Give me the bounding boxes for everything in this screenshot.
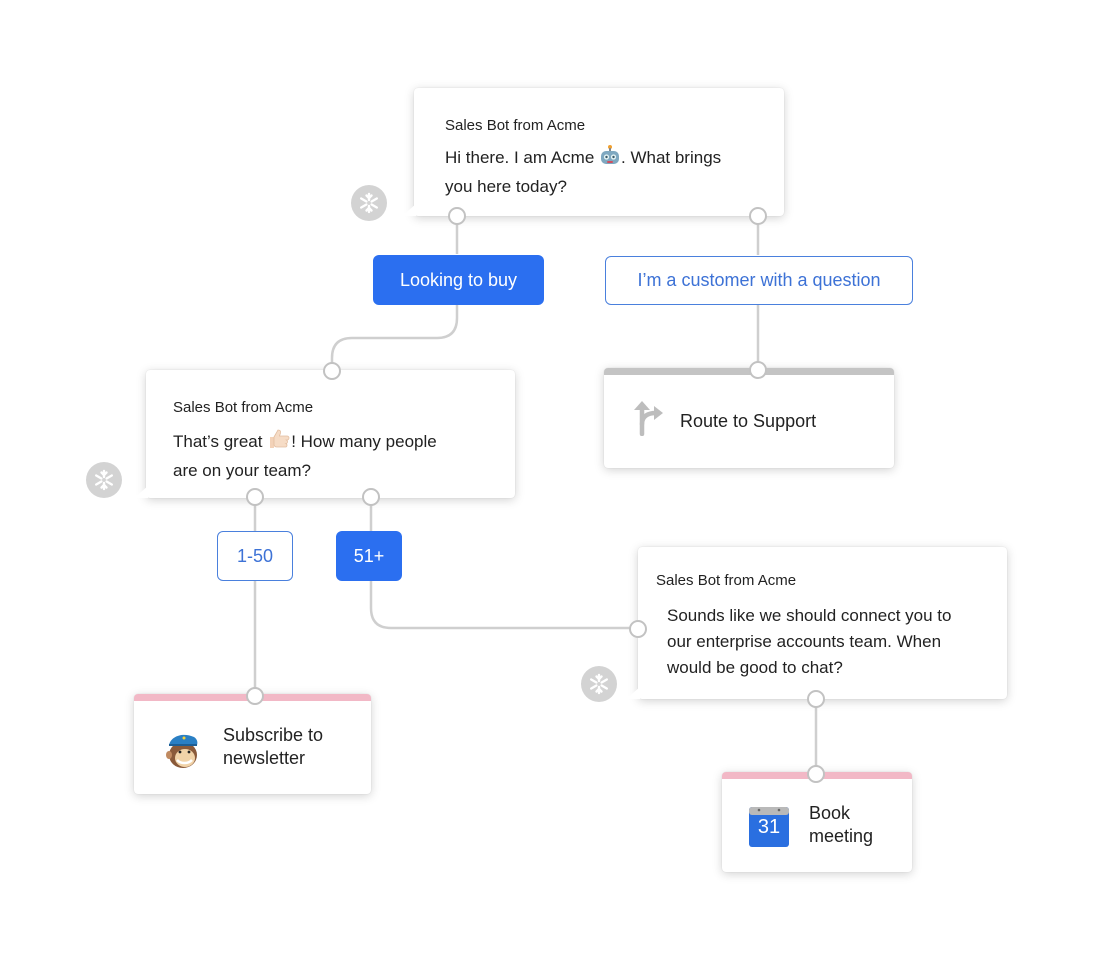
connector-large-to-enterprise	[369, 581, 638, 630]
calendar-day: 31	[757, 816, 781, 838]
mailchimp-icon	[162, 728, 202, 775]
message-sender: Sales Bot from Acme	[173, 399, 314, 416]
reply-size-51-plus[interactable]: 51+	[336, 531, 402, 581]
action-route-to-support[interactable]: Route to Support	[604, 368, 894, 468]
message-card-enterprise[interactable]: Sales Bot from Acme Sounds like we shoul…	[638, 547, 1007, 699]
bot-avatar	[351, 185, 387, 221]
action-label-line: Book	[809, 803, 851, 823]
google-calendar-icon: 31	[749, 805, 789, 847]
message-card-greeting[interactable]: Sales Bot from Acme Hi there. I am Acme …	[414, 88, 784, 216]
connector-node[interactable]	[246, 488, 264, 506]
message-text-part: you here today?	[445, 177, 567, 196]
message-text: That’s great ! How many people are on yo…	[173, 428, 503, 484]
connector-node[interactable]	[749, 207, 767, 225]
connector-node[interactable]	[807, 690, 825, 708]
message-card-team-size[interactable]: Sales Bot from Acme That’s great ! How m…	[146, 370, 515, 498]
connector-node[interactable]	[246, 687, 264, 705]
bot-avatar	[581, 666, 617, 702]
action-label: Subscribe to newsletter	[223, 724, 323, 770]
robot-face-icon	[599, 144, 621, 174]
message-text-part: . What brings	[621, 148, 722, 167]
connector-buy-to-team	[330, 305, 459, 371]
message-text-part: are on your team?	[173, 461, 311, 480]
connector-node[interactable]	[448, 207, 466, 225]
action-label: Book meeting	[809, 802, 873, 848]
connector-node[interactable]	[629, 620, 647, 638]
thumbs-up-icon	[267, 428, 291, 458]
snowflake-logo-icon	[95, 469, 113, 491]
action-label: Route to Support	[680, 411, 817, 431]
action-subscribe-newsletter[interactable]: Subscribe to newsletter	[134, 694, 371, 794]
reply-looking-to-buy[interactable]: Looking to buy	[373, 255, 544, 305]
message-text-part: That’s great	[173, 432, 268, 451]
action-book-meeting[interactable]: 31 Book meeting	[722, 772, 912, 872]
connector-node[interactable]	[362, 488, 380, 506]
bot-avatar	[86, 462, 122, 498]
action-label-line: meeting	[809, 826, 874, 846]
message-text: Sounds like we should connect you to our…	[667, 603, 1003, 681]
message-sender: Sales Bot from Acme	[656, 572, 797, 589]
reply-size-1-50[interactable]: 1-50	[217, 531, 293, 581]
route-split-icon	[630, 400, 664, 441]
message-sender: Sales Bot from Acme	[445, 117, 586, 134]
message-text-line: Sounds like we should connect you to	[667, 606, 952, 625]
reply-customer-question[interactable]: I’m a customer with a question	[605, 256, 913, 305]
action-label-line: newsletter	[223, 748, 306, 768]
message-text: Hi there. I am Acme . What brings you he…	[445, 144, 775, 200]
snowflake-logo-icon	[590, 673, 608, 695]
speech-tail	[402, 204, 416, 216]
message-text-part: Hi there. I am Acme	[445, 148, 599, 167]
connector-node[interactable]	[323, 362, 341, 380]
speech-tail	[626, 687, 640, 699]
message-text-part: ! How many people	[291, 432, 437, 451]
snowflake-logo-icon	[360, 192, 378, 214]
speech-tail	[134, 486, 148, 498]
action-label-line: Subscribe to	[223, 725, 324, 745]
connector-node[interactable]	[807, 765, 825, 783]
connector-node[interactable]	[749, 361, 767, 379]
message-text-line: our enterprise accounts team. When	[667, 632, 942, 651]
message-text-line: would be good to chat?	[667, 658, 843, 677]
